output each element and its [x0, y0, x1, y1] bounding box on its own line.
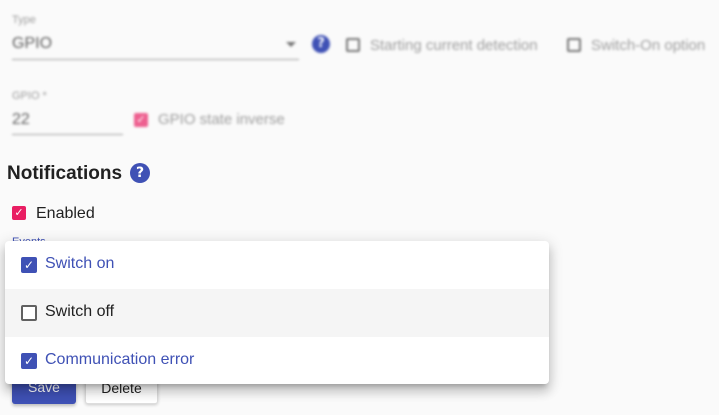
- switch-on-option-label: Switch-On option: [591, 37, 706, 54]
- menu-item-label: Switch on: [45, 255, 115, 272]
- menu-item-communication-error[interactable]: ✓ Communication error: [5, 337, 549, 385]
- menu-item-switch-on[interactable]: ✓ Switch on: [5, 241, 549, 289]
- check-icon[interactable]: ✓: [21, 353, 37, 369]
- notifications-title: Notifications: [7, 163, 123, 184]
- gpio-state-inverse-checkbox[interactable]: ✓: [134, 113, 148, 127]
- gpio-input[interactable]: 22: [12, 111, 30, 129]
- checkbox-empty-icon[interactable]: [21, 305, 37, 321]
- menu-item-label: Switch off: [45, 303, 115, 320]
- help-icon[interactable]: ?: [312, 35, 330, 53]
- menu-item-label: Communication error: [45, 351, 195, 368]
- type-select-value[interactable]: GPIO: [12, 35, 52, 53]
- dropdown-arrow-icon[interactable]: [286, 42, 296, 47]
- gpio-label: GPIO *: [12, 90, 47, 102]
- switch-on-option-checkbox[interactable]: [567, 38, 581, 52]
- enabled-label: Enabled: [36, 205, 95, 222]
- enabled-checkbox[interactable]: ✓: [12, 206, 26, 220]
- starting-current-label: Starting current detection: [370, 37, 538, 54]
- notifications-help-icon[interactable]: ?: [130, 163, 150, 183]
- check-icon[interactable]: ✓: [21, 257, 37, 273]
- events-menu: ✓ Switch on Switch off ✓ Communication e…: [5, 241, 549, 384]
- type-label: Type: [12, 14, 36, 26]
- gpio-state-inverse-label: GPIO state inverse: [158, 111, 285, 128]
- gpio-underline: [12, 134, 123, 135]
- starting-current-checkbox[interactable]: [346, 38, 360, 52]
- type-select-underline: [12, 59, 299, 60]
- menu-item-switch-off[interactable]: Switch off: [5, 289, 549, 337]
